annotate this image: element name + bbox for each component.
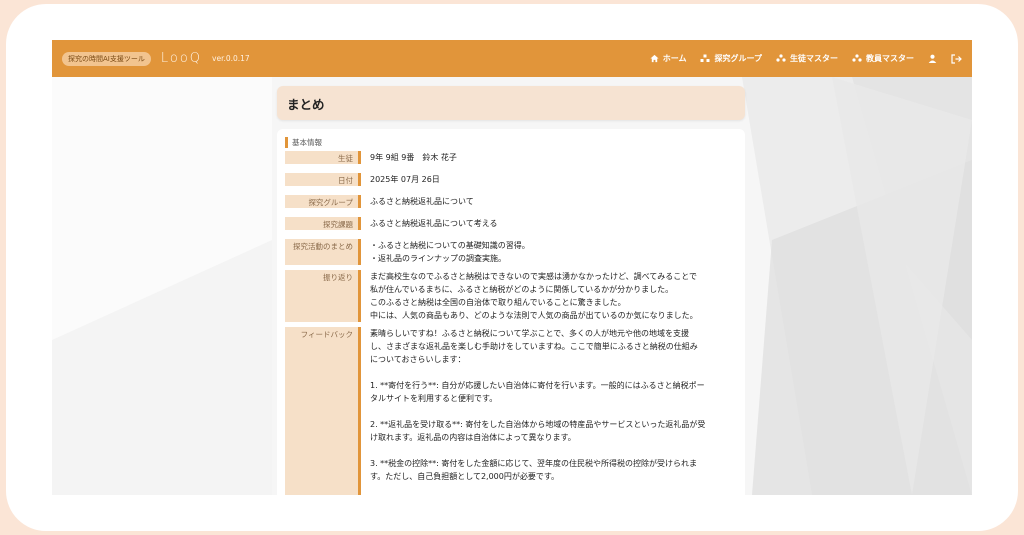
nav-teachers-label: 教員マスター (866, 54, 914, 63)
text-line (370, 405, 705, 418)
text-line: 私が住んでいるまちに、ふるさと納税がどのように関係しているかが分かりました。 (370, 285, 674, 294)
nav-groups-label: 探究グループ (714, 54, 762, 63)
field-feedback: フィードバック 素晴らしいですね！ふるさと納税について学ぶことで、多くの人が地元… (285, 327, 735, 495)
teachers-icon (852, 54, 862, 63)
text-line (370, 366, 705, 379)
field-student-label: 生徒 (285, 151, 361, 164)
field-reflection-label: 振り返り (285, 270, 361, 322)
field-group-label: 探究グループ (285, 195, 361, 208)
nav-groups[interactable]: 探究グループ (700, 53, 762, 64)
basic-info-card: 基本情報 生徒 9年 9組 9番 鈴木 花子 日付 2025年 07月 26日 … (277, 129, 745, 495)
field-student: 生徒 9年 9組 9番 鈴木 花子 (285, 151, 735, 164)
page-title-card: まとめ (277, 86, 745, 120)
field-date-value: 2025年 07月 26日 (370, 175, 440, 184)
section-title: 基本情報 (285, 137, 735, 148)
nav-home-label: ホーム (662, 54, 687, 63)
text-line: タルサイトを利用すると便利です。 (370, 394, 498, 403)
nav-teachers[interactable]: 教員マスター (852, 53, 914, 64)
text-line: け取れます。返礼品の内容は自治体によって異なります。 (370, 433, 576, 442)
field-summary: 探究活動のまとめ ・ふるさと納税についての基礎知識の習得。 ・返礼品のラインナッ… (285, 239, 735, 265)
main-content: まとめ 基本情報 生徒 9年 9組 9番 鈴木 花子 日付 2025年 07月 … (277, 86, 745, 495)
field-summary-label: 探究活動のまとめ (285, 239, 361, 265)
text-line: 2. **返礼品を受け取る**: 寄付をした自治体から地域の特産品やサービスとい… (370, 420, 706, 429)
field-topic-label: 探究課題 (285, 217, 361, 230)
top-navbar: 探究の時間AI支援ツール LooQ ver.0.0.17 ホーム 探究グループ (52, 40, 972, 77)
text-line: このふるさと納税は全国の自治体で取り組んでいることに驚きました。 (370, 298, 626, 307)
text-line: 1. **寄付を行う**: 自分が応援したい自治体に寄付を行います。一般的にはふ… (370, 381, 705, 390)
app-window: 探究の時間AI支援ツール LooQ ver.0.0.17 ホーム 探究グループ (52, 40, 972, 495)
text-line: についておさらいします： (370, 355, 466, 364)
field-student-value: 9年 9組 9番 鈴木 花子 (370, 153, 457, 162)
text-line: 3. **税金の控除**: 寄付をした金額に応じて、翌年度の住民税や所得税の控除… (370, 459, 698, 468)
students-icon (776, 54, 786, 63)
text-line: ・返礼品のラインナップの調査実施。 (370, 254, 506, 263)
home-icon (650, 54, 659, 63)
nav-menu: ホーム 探究グループ 生徒マスター 教員マスター (650, 53, 962, 64)
group-icon (700, 54, 710, 63)
field-group-value: ふるさと納税返礼品について (370, 197, 474, 206)
text-line: 中には、人気の商品もあり、どのような法則で人気の商品が出ているのか気になりました… (370, 311, 698, 320)
screenshot-frame: 探究の時間AI支援ツール LooQ ver.0.0.17 ホーム 探究グループ (6, 4, 1018, 531)
app-tagline-badge: 探究の時間AI支援ツール (62, 51, 151, 66)
nav-students[interactable]: 生徒マスター (776, 53, 838, 64)
field-reflection-value: まだ高校生なのでふるさと納税はできないので実感は湧かなかったけど、調べてみること… (361, 270, 698, 322)
nav-students-label: 生徒マスター (790, 54, 838, 63)
field-topic: 探究課題 ふるさと納税返礼品について考える (285, 217, 735, 230)
field-date-label: 日付 (285, 173, 361, 186)
field-feedback-label: フィードバック (285, 327, 361, 495)
user-icon[interactable] (928, 54, 937, 63)
text-line: まだ高校生なのでふるさと納税はできないので実感は湧かなかったけど、調べてみること… (370, 272, 698, 281)
field-date: 日付 2025年 07月 26日 (285, 173, 735, 186)
app-version: ver.0.0.17 (212, 54, 250, 63)
text-line (370, 444, 705, 457)
page-title: まとめ (287, 96, 325, 112)
text-line: 素晴らしいですね！ふるさと納税について学ぶことで、多くの人が地元や他の地域を支援 (370, 329, 689, 338)
field-topic-value: ふるさと納税返礼品について考える (370, 219, 498, 228)
text-line: し、さまざまな返礼品を楽しむ手助けをしていますね。ここで簡単にふるさと納税の仕組… (370, 342, 698, 351)
app-logo[interactable]: LooQ (161, 51, 202, 66)
text-line: す。ただし、自己負担額として2,000円が必要です。 (370, 472, 560, 481)
field-feedback-value: 素晴らしいですね！ふるさと納税について学ぶことで、多くの人が地元や他の地域を支援… (361, 327, 705, 495)
nav-home[interactable]: ホーム (650, 53, 687, 64)
field-group: 探究グループ ふるさと納税返礼品について (285, 195, 735, 208)
text-line: ・ふるさと納税についての基礎知識の習得。 (370, 241, 530, 250)
field-summary-value: ・ふるさと納税についての基礎知識の習得。 ・返礼品のラインナップの調査実施。 (361, 239, 530, 265)
logout-icon[interactable] (951, 53, 962, 64)
field-reflection: 振り返り まだ高校生なのでふるさと納税はできないので実感は湧かなかったけど、調べ… (285, 270, 735, 322)
